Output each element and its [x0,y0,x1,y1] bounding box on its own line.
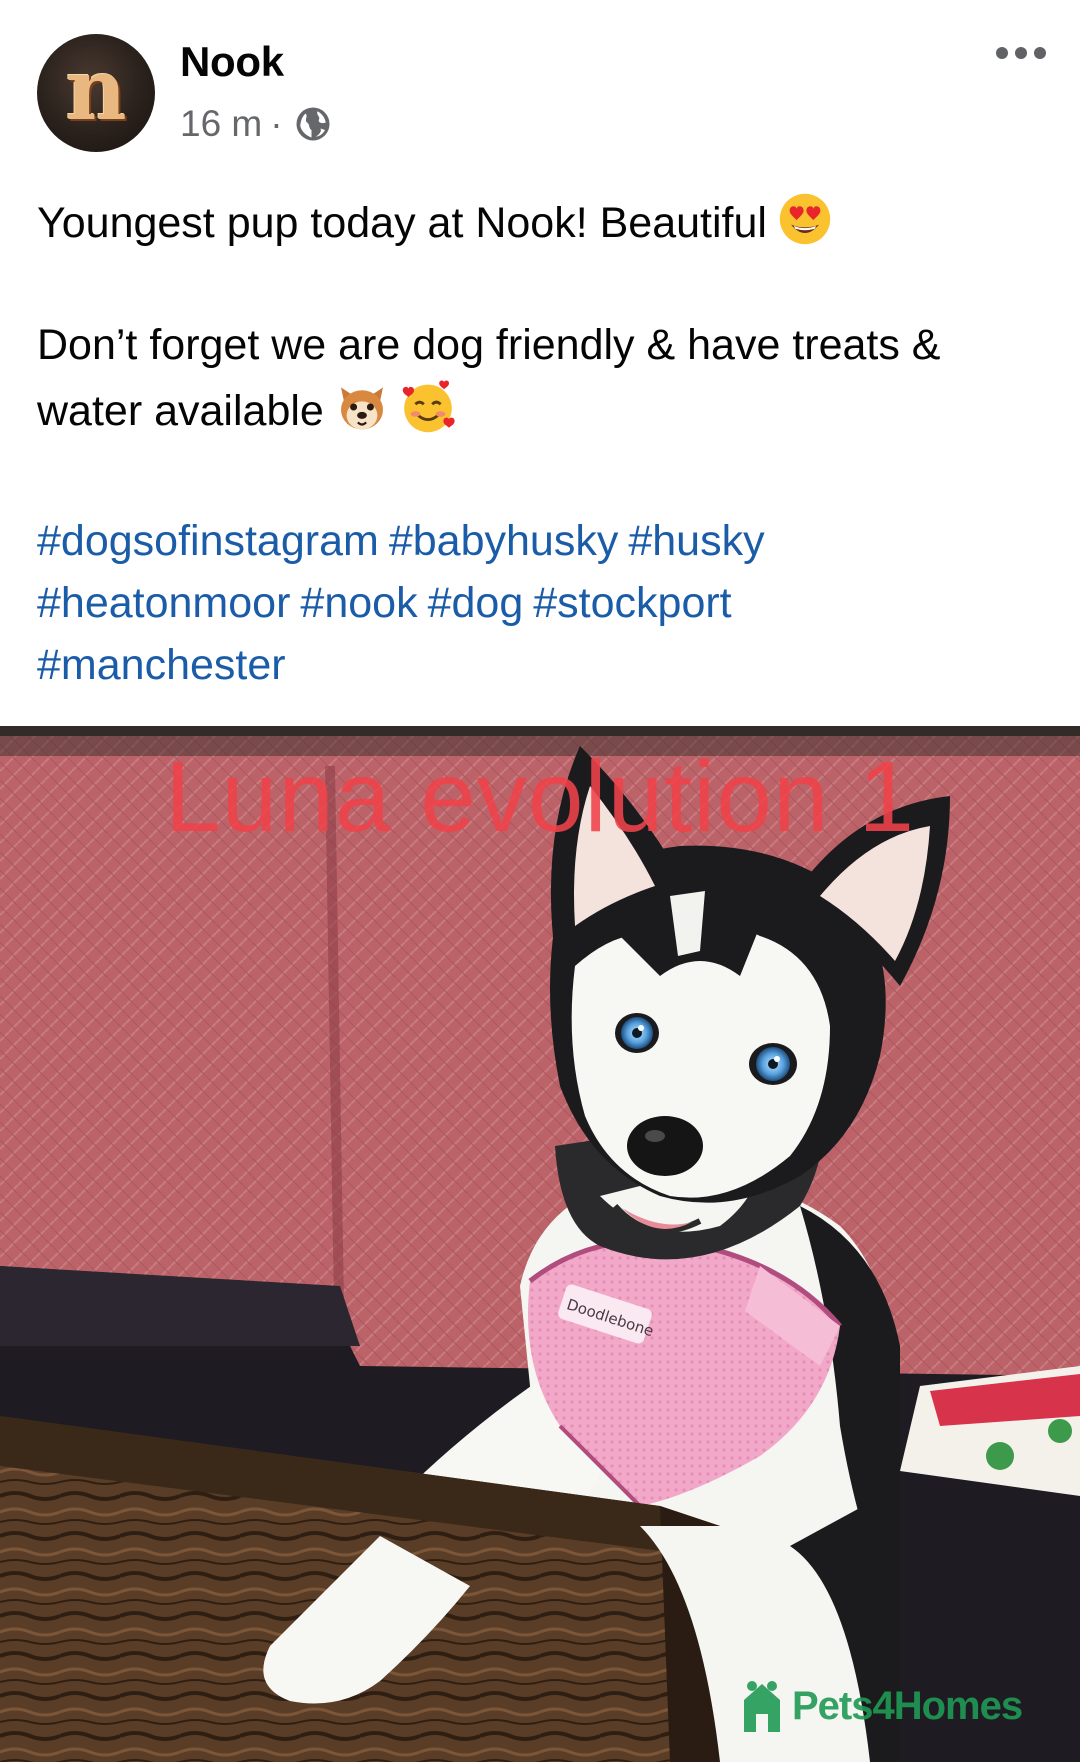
pets4homes-logo-icon [744,1681,780,1732]
hashtag-link[interactable]: #nook [300,579,417,627]
post-time[interactable]: 16 m [180,103,262,145]
hashtag-link[interactable]: #babyhusky [389,517,619,565]
dog-face-emoji-icon [340,387,383,430]
more-dot [1034,47,1046,59]
post-text-line-1: Youngest pup today at Nook! Beautiful [37,190,1047,256]
hashtag-link[interactable]: #stockport [533,579,731,627]
globe-icon[interactable] [295,106,331,142]
heart-eyes-emoji-icon [779,193,831,245]
more-options-icon[interactable] [996,38,1046,68]
more-dot [1015,47,1027,59]
watermark-text: Pets4Homes [792,1683,1023,1728]
post-text-sentence-2: Don’t forget we are dog friendly & have … [37,321,941,435]
post-text-sentence-1: Youngest pup today at Nook! Beautiful [37,199,767,247]
post-text-line-2: Don’t forget we are dog friendly & have … [37,312,1047,444]
photo-overlay-caption: Luna evolution 1 [165,741,915,853]
hashtag-list: #dogsofinstagram #babyhusky #husky #heaton… [37,510,1047,696]
avatar[interactable]: n [37,34,155,152]
post-photo[interactable]: Doodlebone [0,726,1080,1762]
smiling-face-with-hearts-emoji-icon [402,380,455,433]
avatar-logo: n [65,40,127,139]
facebook-post: n Nook 16 m · Youngest pup today at Nook… [0,0,1080,1762]
hashtag-link[interactable]: #manchester [37,641,286,689]
post-meta: 16 m · [180,102,331,146]
meta-separator: · [270,103,283,144]
more-dot [996,47,1008,59]
pets4homes-watermark: Pets4Homes [738,1676,1023,1736]
hashtag-link[interactable]: #dogsofinstagram [37,517,379,565]
hashtag-link[interactable]: #husky [628,517,764,565]
hashtag-link[interactable]: #heatonmoor [37,579,290,627]
hashtag-link[interactable]: #dog [428,579,524,627]
author-name[interactable]: Nook [180,38,284,86]
husky-puppy-photo: Doodlebone [0,726,1080,1762]
post-header: n Nook 16 m · [0,0,1080,170]
post-text: Youngest pup today at Nook! Beautiful Do… [37,190,1047,444]
